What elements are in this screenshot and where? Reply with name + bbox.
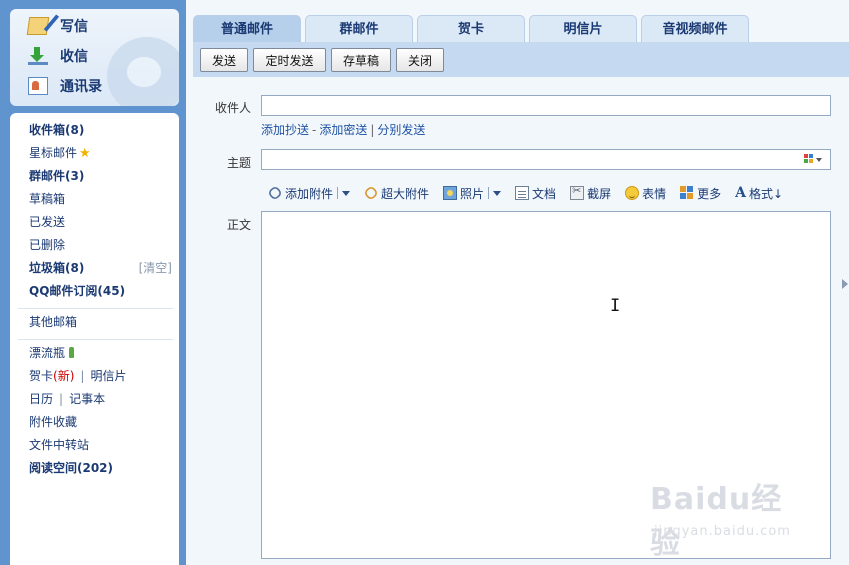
document-button[interactable]: 文档 (515, 185, 556, 202)
recipient-options: 添加抄送 - 添加密送 | 分别发送 (261, 121, 425, 138)
tab-group-mail[interactable]: 群邮件 (305, 15, 413, 42)
grid-icon (680, 186, 694, 200)
attachment-toolbar: 添加附件 超大附件 照片 文档 截屏 表情 (267, 184, 797, 202)
greeting-card-link[interactable]: 贺卡 (29, 369, 53, 383)
notebook-link[interactable]: 记事本 (69, 392, 105, 406)
address-book-label: 通讯录 (60, 79, 102, 95)
spam-clear-link[interactable]: [清空] (139, 258, 172, 278)
inbox-receive-link[interactable]: 收信 (28, 45, 88, 67)
quick-actions-panel: 写信 收信 通讯录 (10, 9, 179, 106)
folder-group-mail[interactable]: 群邮件(3) (29, 166, 84, 186)
folder-sent[interactable]: 已发送 (29, 212, 65, 232)
screenshot-label: 截屏 (587, 186, 612, 201)
paperclip-icon (267, 185, 283, 201)
baidu-watermark: Baidu经验 jingyan.baidu.com (650, 474, 800, 561)
folder-list: 收件箱(8) 星标邮件 ★ 群邮件(3) 草稿箱 已发送 已删除 垃圾箱(8) [… (10, 113, 179, 565)
pipe-separator: | (80, 369, 85, 383)
divider (488, 187, 490, 199)
tab-normal-mail[interactable]: 普通邮件 (193, 15, 301, 42)
tab-greeting-card[interactable]: 贺卡 (417, 15, 525, 42)
reading-space-link[interactable]: 阅读空间(202) (29, 458, 113, 478)
more-button[interactable]: 更多 (680, 185, 721, 202)
add-attachment-label: 添加附件 (285, 186, 334, 201)
inbox-download-icon (28, 47, 48, 65)
expand-right-arrow-icon[interactable] (842, 279, 848, 289)
folder-inbox[interactable]: 收件箱(8) (29, 120, 84, 140)
calendar-link[interactable]: 日历 (29, 392, 53, 406)
large-paperclip-icon (363, 185, 379, 201)
folder-starred[interactable]: 星标邮件 ★ (29, 143, 91, 163)
separate-send-link[interactable]: 分别发送 (377, 123, 425, 137)
add-bcc-link[interactable]: 添加密送 (319, 123, 367, 137)
subject-input[interactable] (261, 149, 831, 170)
scissors-icon (570, 184, 585, 200)
qq-penguin-decoration (107, 37, 179, 106)
compose-link[interactable]: 写信 (26, 15, 88, 37)
recipient-input[interactable] (261, 95, 831, 116)
tab-postcard[interactable]: 明信片 (529, 15, 637, 42)
color-picker-icon[interactable] (804, 154, 824, 166)
folder-spam[interactable]: 垃圾箱(8) (29, 258, 84, 278)
pipe-separator: | (59, 392, 64, 406)
attachments-link[interactable]: 附件收藏 (29, 412, 77, 432)
format-label: 格式↓ (748, 186, 784, 201)
folder-subscriptions[interactable]: QQ邮件订阅(45) (29, 281, 125, 301)
chevron-down-icon[interactable] (493, 190, 502, 196)
add-cc-link[interactable]: 添加抄送 (261, 123, 309, 137)
postcard-link[interactable]: 明信片 (90, 369, 126, 383)
text-cursor-icon: I (610, 296, 621, 316)
body-label: 正文 (227, 218, 252, 232)
file-transfer-link[interactable]: 文件中转站 (29, 435, 89, 455)
calendar-row: 日历 | 记事本 (29, 389, 105, 409)
emoticon-button[interactable]: 表情 (625, 185, 666, 202)
smiley-icon (625, 186, 640, 200)
watermark-brand: Baidu经验 (650, 482, 783, 561)
folder-drafts[interactable]: 草稿箱 (29, 189, 65, 209)
emoticon-label: 表情 (642, 186, 667, 201)
receive-label: 收信 (60, 49, 88, 65)
tab-av-mail[interactable]: 音视频邮件 (641, 15, 749, 42)
photo-label: 照片 (460, 186, 485, 201)
screenshot-button[interactable]: 截屏 (570, 184, 612, 202)
send-button[interactable]: 发送 (200, 48, 248, 72)
photo-button[interactable]: 照片 (443, 185, 502, 202)
compose-icon (26, 17, 50, 35)
star-icon: ★ (79, 146, 91, 161)
recipient-label: 收件人 (215, 101, 252, 115)
save-draft-button[interactable]: 存草稿 (331, 48, 391, 72)
mail-type-tabs: 普通邮件 群邮件 贺卡 明信片 音视频邮件 (193, 15, 753, 42)
large-attachment-label: 超大附件 (381, 186, 430, 201)
chevron-down-icon[interactable] (342, 190, 351, 196)
large-attachment-button[interactable]: 超大附件 (363, 185, 430, 202)
folder-deleted[interactable]: 已删除 (29, 235, 65, 255)
folder-other-mailbox[interactable]: 其他邮箱 (29, 312, 77, 332)
drift-bottle-label: 漂流瓶 (29, 346, 66, 360)
address-book-icon (28, 77, 48, 95)
new-badge: (新) (53, 369, 75, 383)
pipe-separator: | (370, 123, 375, 137)
bottle-icon (69, 347, 75, 358)
font-format-icon: A (735, 185, 746, 201)
add-attachment-button[interactable]: 添加附件 (267, 185, 351, 202)
cards-row: 贺卡(新) | 明信片 (29, 366, 126, 386)
photo-icon (443, 186, 458, 200)
close-button[interactable]: 关闭 (396, 48, 444, 72)
divider (337, 187, 339, 199)
folder-starred-label: 星标邮件 (29, 146, 78, 160)
address-book-link[interactable]: 通讯录 (28, 75, 102, 97)
document-icon (515, 186, 530, 200)
compose-toolbar: 发送 定时发送 存草稿 关闭 (193, 42, 849, 77)
drift-bottle-link[interactable]: 漂流瓶 (29, 343, 75, 363)
subject-label: 主题 (227, 156, 252, 170)
compose-label: 写信 (60, 19, 88, 35)
more-label: 更多 (697, 186, 722, 201)
divider (18, 339, 173, 340)
document-label: 文档 (532, 186, 557, 201)
watermark-url: jingyan.baidu.com (654, 524, 791, 539)
divider (18, 308, 173, 309)
format-button[interactable]: A 格式↓ (735, 185, 783, 202)
scheduled-send-button[interactable]: 定时发送 (253, 48, 326, 72)
dash-separator: - (312, 123, 317, 137)
